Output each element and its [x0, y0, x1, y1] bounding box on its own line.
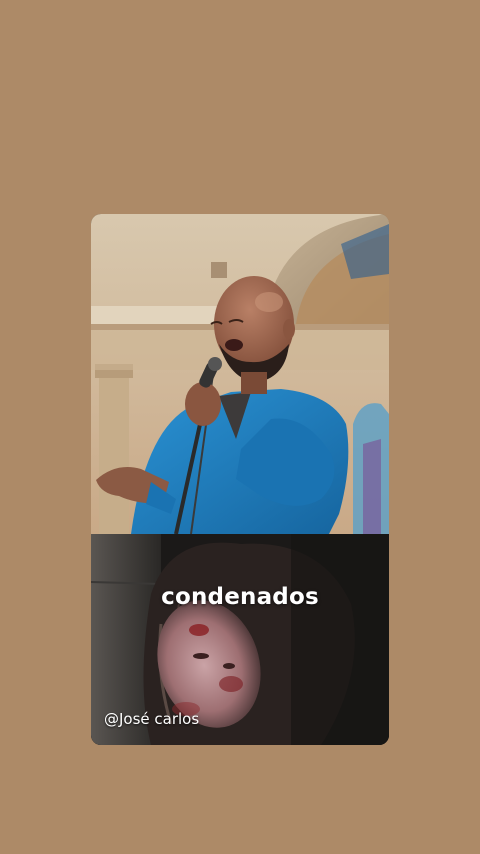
- story-screen: condenados @José carlos: [0, 0, 480, 854]
- singer-image: [91, 214, 389, 534]
- video-card[interactable]: condenados @José carlos: [91, 214, 389, 745]
- singer-video-frame: [91, 214, 389, 534]
- caption-text: condenados: [161, 584, 319, 610]
- watermark-handle: @José carlos: [104, 710, 200, 728]
